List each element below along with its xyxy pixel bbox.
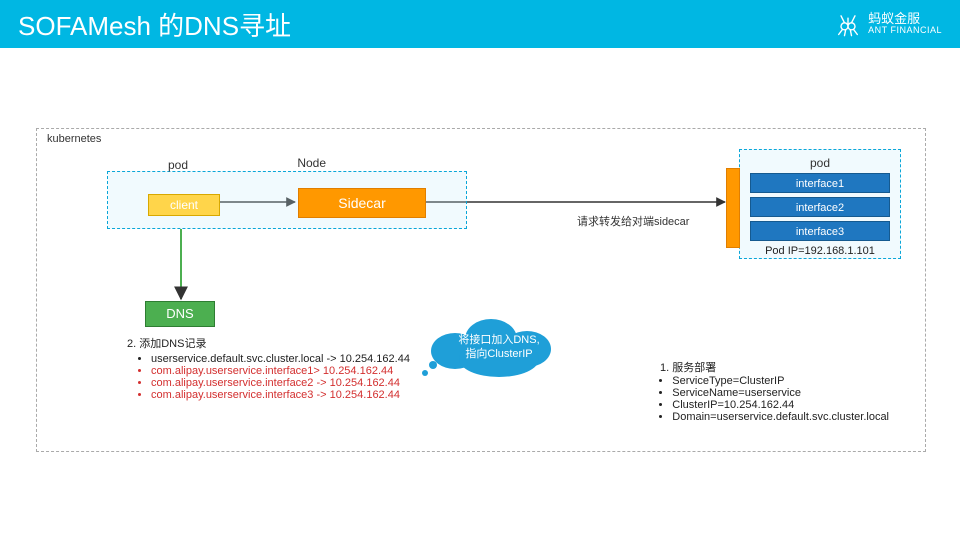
cloud-callout: 将接口加入DNS, 指向ClusterIP <box>419 317 579 377</box>
diagram-canvas: kubernetes Node pod client Sidecar 请求转发给… <box>0 48 960 540</box>
header: SOFAMesh 的DNS寻址 蚂蚁金服 ANT FINANCIAL <box>0 0 960 48</box>
brand-logo: 蚂蚁金服 ANT FINANCIAL <box>834 10 942 38</box>
dns-records: 2. 添加DNS记录 userservice.default.svc.clust… <box>127 335 410 401</box>
page-title: SOFAMesh 的DNS寻址 <box>18 6 291 43</box>
interface-item: interface2 <box>750 197 890 217</box>
dns-record-item: userservice.default.svc.cluster.local ->… <box>151 353 410 365</box>
interface-item: interface1 <box>750 173 890 193</box>
service-info-item: ServiceType=ClusterIP <box>672 375 889 387</box>
cloud-text: 将接口加入DNS, 指向ClusterIP <box>419 333 579 362</box>
dns-record-item: com.alipay.userservice.interface3 -> 10.… <box>151 389 410 401</box>
dns-record-item: com.alipay.userservice.interface1> 10.25… <box>151 365 410 377</box>
service-info-item: ClusterIP=10.254.162.44 <box>672 399 889 411</box>
service-info-title: 服务部署 <box>672 359 889 375</box>
pod-ip-label: Pod IP=192.168.1.101 <box>750 245 890 257</box>
service-info: 服务部署 ServiceType=ClusterIP ServiceName=u… <box>650 359 889 423</box>
request-label: 请求转发给对端sidecar <box>577 213 689 229</box>
node-label: Node <box>297 156 326 170</box>
node-box: Node pod client Sidecar <box>107 171 467 229</box>
dns-records-title: 2. 添加DNS记录 <box>127 335 410 351</box>
ant-icon <box>834 10 862 38</box>
kubernetes-box: kubernetes Node pod client Sidecar 请求转发给… <box>36 128 926 452</box>
sidecar-box: Sidecar <box>298 188 426 218</box>
service-info-item: ServiceName=userservice <box>672 387 889 399</box>
pod-left-label: pod <box>168 158 188 172</box>
kubernetes-label: kubernetes <box>47 133 101 145</box>
remote-pod-title: pod <box>750 156 890 170</box>
sidecar-bar-icon <box>726 168 740 248</box>
dns-record-item: com.alipay.userservice.interface2 -> 10.… <box>151 377 410 389</box>
dns-box: DNS <box>145 301 215 327</box>
brand-text: 蚂蚁金服 ANT FINANCIAL <box>868 12 942 36</box>
remote-pod-box: pod interface1 interface2 interface3 Pod… <box>739 149 901 259</box>
service-info-item: Domain=userservice.default.svc.cluster.l… <box>672 411 889 423</box>
client-box: client <box>148 194 220 216</box>
interface-item: interface3 <box>750 221 890 241</box>
